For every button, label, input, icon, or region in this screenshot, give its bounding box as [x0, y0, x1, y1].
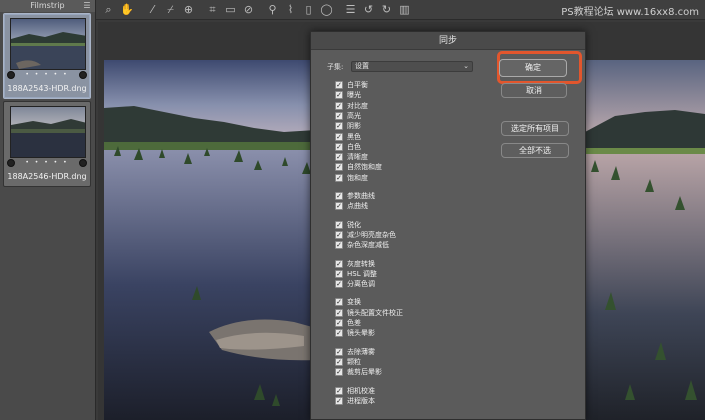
setting-option-label: 灰度转换 — [347, 259, 375, 268]
preferences-icon[interactable]: ☰ — [344, 3, 357, 16]
checkbox[interactable]: ✓ — [335, 192, 343, 200]
setting-option-label: 进程版本 — [347, 396, 375, 405]
checkbox[interactable]: ✓ — [335, 280, 343, 289]
checkbox[interactable]: ✓ — [335, 153, 343, 162]
graduated-filter-icon[interactable]: ▯ — [302, 3, 315, 16]
zoom-icon[interactable]: ⌕ — [102, 3, 115, 16]
watermark: PS教程论坛 www.16xx8.com — [561, 7, 699, 18]
checkbox[interactable]: ✓ — [335, 368, 343, 377]
setting-option-label: 分离色调 — [347, 280, 375, 289]
checkbox[interactable]: ✓ — [335, 91, 343, 100]
trash-icon[interactable]: ▥ — [398, 3, 411, 16]
checkbox[interactable]: ✓ — [335, 122, 343, 131]
setting-option-label: 饱和度 — [347, 173, 368, 182]
subset-value: 设置 — [355, 62, 369, 70]
checkbox[interactable]: ✓ — [335, 241, 343, 250]
setting-option-label: 高光 — [347, 111, 361, 120]
preview-image — [104, 60, 316, 420]
setting-option-label: 颗粒 — [347, 357, 361, 366]
setting-option-label: 杂色深度减低 — [347, 241, 389, 250]
checkbox[interactable]: ✓ — [335, 101, 343, 110]
setting-option-label: 镜头晕影 — [347, 329, 375, 338]
checkbox[interactable]: ✓ — [335, 132, 343, 141]
checkbox[interactable]: ✓ — [335, 298, 343, 307]
filmstrip-item-2[interactable]: • • • • • 188A2546-HDR.dng — [3, 101, 91, 187]
setting-option-label: HSL 调整 — [347, 269, 377, 278]
straighten-icon[interactable]: ▭ — [224, 3, 237, 16]
setting-option-label: 参数曲线 — [347, 192, 375, 200]
list-icon[interactable]: ☰ — [83, 1, 91, 10]
setting-option-label: 镜头配置文件校正 — [347, 308, 403, 317]
ok-button[interactable]: 确定 — [499, 59, 567, 77]
subset-dropdown[interactable]: 设置 ⌄ — [351, 61, 473, 72]
hand-icon[interactable]: ✋ — [120, 3, 134, 16]
checkbox[interactable]: ✓ — [335, 308, 343, 317]
target-adjust-icon[interactable]: ⊕ — [182, 3, 195, 16]
filmstrip-panel: Filmstrip ☰ • • • • • 188A2543-HDR.dng •… — [0, 0, 96, 420]
setting-option-label: 裁剪后晕影 — [347, 368, 382, 377]
checkbox[interactable]: ✓ — [335, 386, 343, 395]
setting-option-label: 清晰度 — [347, 153, 368, 162]
camera-raw-window: Filmstrip ☰ • • • • • 188A2543-HDR.dng •… — [0, 0, 705, 420]
select-none-button[interactable]: 全部不选 — [501, 143, 569, 158]
checkbox[interactable]: ✓ — [335, 173, 343, 182]
checkbox[interactable]: ✓ — [335, 202, 343, 211]
thumbnail-image — [10, 106, 86, 158]
checkbox[interactable]: ✓ — [335, 319, 343, 327]
setting-option-label: 对比度 — [347, 101, 368, 110]
subset-label: 子集: — [327, 63, 344, 71]
rotate-left-icon[interactable]: ↺ — [362, 3, 375, 16]
red-eye-icon[interactable]: ⚲ — [266, 3, 279, 16]
setting-option-label: 点曲线 — [347, 202, 368, 211]
radial-filter-icon[interactable]: ◯ — [320, 3, 333, 16]
setting-option-label: 白平衡 — [347, 81, 368, 89]
preview-image-right — [585, 60, 705, 420]
checkbox[interactable]: ✓ — [335, 142, 343, 151]
chevron-down-icon: ⌄ — [463, 62, 469, 70]
rating-stars[interactable]: • • • • • — [4, 71, 90, 78]
setting-option-label: 曝光 — [347, 91, 361, 100]
checkbox[interactable]: ✓ — [335, 396, 343, 405]
checkbox[interactable]: ✓ — [335, 163, 343, 172]
toolbar: ⌕ ✋ ⁄ ⌿ ⊕ ⌗ ▭ ⊘ ⚲ ⌇ ▯ ◯ ☰ ↺ ↻ ▥ PS教程论坛 w… — [96, 0, 705, 20]
rotate-right-icon[interactable]: ↻ — [380, 3, 393, 16]
setting-option-label: 锐化 — [347, 220, 361, 229]
setting-option-label: 阴影 — [347, 122, 361, 131]
setting-option-label: 黑色 — [347, 132, 361, 141]
checkbox[interactable]: ✓ — [335, 230, 343, 239]
crop-icon[interactable]: ⌗ — [206, 3, 219, 16]
checkbox[interactable]: ✓ — [335, 111, 343, 120]
filmstrip-item-1[interactable]: • • • • • 188A2543-HDR.dng — [3, 13, 91, 99]
checkbox[interactable]: ✓ — [335, 357, 343, 366]
select-all-button[interactable]: 选定所有项目 — [501, 121, 569, 136]
filmstrip-title: Filmstrip — [30, 1, 65, 10]
thumbnail-filename: 188A2546-HDR.dng — [7, 172, 87, 181]
synchronize-dialog: 同步 子集: 设置 ⌄ ✓ 白平衡 ✓ 曝光 ✓ 对比度 ✓ 高光 ✓ 阴影 ✓ 黑色 ✓ 白色 ✓ 清晰度 ✓… — [310, 31, 586, 420]
setting-option-label: 自然饱和度 — [347, 163, 382, 172]
edit-badge-icon — [79, 71, 87, 79]
thumbnail-filename: 188A2543-HDR.dng — [7, 84, 87, 93]
white-balance-icon[interactable]: ⁄ — [146, 3, 159, 16]
setting-option-label: 去除薄雾 — [347, 347, 375, 356]
checkbox[interactable]: ✓ — [335, 81, 343, 89]
adjustment-brush-icon[interactable]: ⌇ — [284, 3, 297, 16]
rating-stars[interactable]: • • • • • — [4, 159, 90, 166]
setting-option-label: 白色 — [347, 142, 361, 151]
edit-badge-icon — [79, 159, 87, 167]
setting-option-label: 减少明亮度杂色 — [347, 230, 396, 239]
checkbox[interactable]: ✓ — [335, 269, 343, 278]
cancel-button[interactable]: 取消 — [501, 83, 567, 98]
spot-removal-icon[interactable]: ⊘ — [242, 3, 255, 16]
thumbnail-image — [10, 18, 86, 70]
checkbox[interactable]: ✓ — [335, 347, 343, 356]
checkbox[interactable]: ✓ — [335, 329, 343, 338]
setting-option-label: 色差 — [347, 319, 361, 327]
dialog-title: 同步 — [311, 32, 585, 50]
checkbox[interactable]: ✓ — [335, 220, 343, 229]
filmstrip-header: Filmstrip ☰ — [0, 0, 95, 12]
color-sampler-icon[interactable]: ⌿ — [164, 3, 177, 16]
setting-option-label: 变换 — [347, 298, 361, 307]
checkbox[interactable]: ✓ — [335, 259, 343, 268]
setting-option-label: 相机校准 — [347, 386, 375, 395]
